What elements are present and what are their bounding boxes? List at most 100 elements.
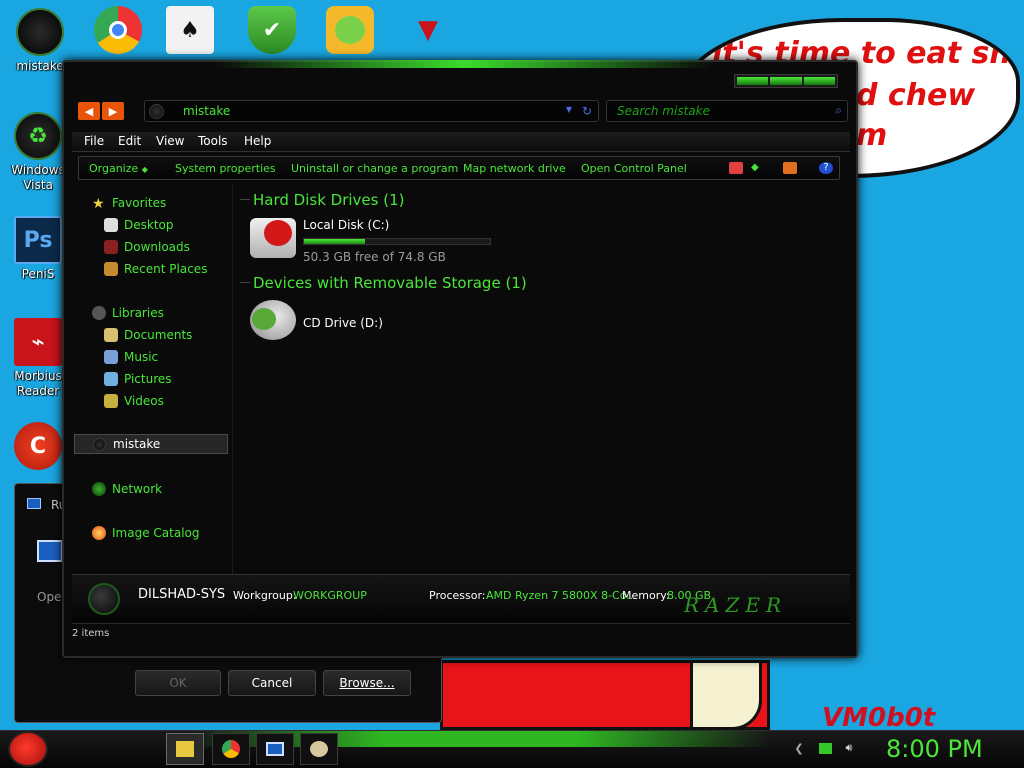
start-button[interactable] bbox=[8, 731, 48, 767]
uninstall-program-button[interactable]: Uninstall or change a program bbox=[291, 162, 458, 175]
image-catalog-icon bbox=[92, 526, 106, 540]
nav-image-catalog[interactable]: Image Catalog bbox=[92, 524, 199, 542]
nav-image-catalog-label: Image Catalog bbox=[112, 526, 200, 540]
help-icon[interactable]: ? bbox=[819, 162, 833, 174]
status-item-count: 2 items bbox=[72, 628, 110, 639]
desktop-icon-pig-game[interactable] bbox=[312, 6, 388, 54]
system-properties-button[interactable]: System properties bbox=[175, 162, 276, 175]
wallpaper-signature: VM0b0t bbox=[822, 703, 936, 733]
processor-label: Processor: bbox=[429, 589, 486, 602]
open-control-panel-button[interactable]: Open Control Panel bbox=[581, 162, 687, 175]
emblem-icon: ▼ bbox=[418, 15, 438, 45]
desktop-icon-chrome[interactable] bbox=[80, 6, 156, 54]
window-controls bbox=[734, 74, 838, 88]
nav-pictures-label: Pictures bbox=[124, 372, 172, 386]
preview-pane-icon[interactable] bbox=[783, 162, 797, 174]
navigation-row: ◀ ▶ mistake ▼ ↻ Search mistake ⌕ bbox=[76, 100, 848, 124]
taskbar-run[interactable] bbox=[256, 733, 294, 765]
taskbar-explorer[interactable] bbox=[166, 733, 204, 765]
forward-arrow-icon: ▶ bbox=[108, 104, 118, 118]
chrome-icon bbox=[94, 6, 142, 54]
back-button[interactable]: ◀ bbox=[78, 102, 100, 120]
chevron-down-icon[interactable]: ▼ bbox=[566, 105, 572, 114]
computer-orb-icon bbox=[88, 583, 120, 615]
volume-icon[interactable]: 🔊︎ bbox=[842, 741, 856, 755]
desktop-icon-solitaire[interactable]: ♠ bbox=[152, 6, 228, 54]
nav-videos[interactable]: Videos bbox=[104, 392, 164, 410]
nav-recent-places-label: Recent Places bbox=[124, 262, 208, 276]
minimize-button[interactable] bbox=[737, 77, 769, 85]
star-icon: ★ bbox=[92, 196, 105, 212]
recycle-bin-icon: ♻ bbox=[14, 112, 62, 160]
nav-libraries[interactable]: Libraries bbox=[92, 304, 164, 322]
drive-capacity-fill bbox=[304, 239, 366, 244]
nav-recent-places[interactable]: Recent Places bbox=[104, 260, 207, 278]
photoshop-icon: Ps bbox=[14, 216, 62, 264]
nav-network[interactable]: Network bbox=[92, 480, 162, 498]
nav-desktop[interactable]: Desktop bbox=[104, 216, 174, 234]
address-text: mistake bbox=[183, 104, 231, 118]
pdf-reader-icon: ⌁ bbox=[14, 318, 62, 366]
nav-network-label: Network bbox=[112, 482, 163, 496]
taskbar: ❮ 🔊︎ 8:00 PM bbox=[0, 730, 1024, 768]
desktop-icon-emblem[interactable]: ▼ bbox=[390, 6, 466, 54]
menu-help[interactable]: Help bbox=[244, 134, 271, 148]
forward-button[interactable]: ▶ bbox=[102, 102, 124, 120]
clock[interactable]: 8:00 PM bbox=[886, 735, 983, 763]
cancel-button[interactable]: Cancel bbox=[228, 670, 316, 696]
group-header-hard-disk-drives[interactable]: Hard Disk Drives (1) bbox=[253, 191, 404, 209]
nav-music-label: Music bbox=[124, 350, 159, 364]
explorer-window: ◀ ▶ mistake ▼ ↻ Search mistake ⌕ File Ed… bbox=[62, 60, 858, 658]
desktop-icon bbox=[104, 218, 118, 232]
nav-computer-label: mistake bbox=[113, 437, 161, 451]
nav-pictures[interactable]: Pictures bbox=[104, 370, 172, 388]
desktop-icon-security[interactable]: ✔ bbox=[234, 6, 310, 54]
nav-computer[interactable]: mistake bbox=[74, 434, 228, 454]
wallpaper-cartoon-shape bbox=[690, 660, 762, 730]
nav-favorites[interactable]: ★ Favorites bbox=[92, 194, 166, 212]
view-dropdown-icon[interactable]: ◆ bbox=[751, 162, 765, 174]
back-arrow-icon: ◀ bbox=[84, 104, 94, 118]
show-hidden-icons-icon[interactable]: ❮ bbox=[792, 741, 806, 755]
maximize-button[interactable] bbox=[770, 77, 802, 85]
nav-documents[interactable]: Documents bbox=[104, 326, 192, 344]
chrome-icon bbox=[222, 740, 240, 758]
workgroup-value: WORKGROUP bbox=[293, 589, 367, 602]
ok-button[interactable]: OK bbox=[135, 670, 221, 696]
security-shield-icon: ✔ bbox=[248, 6, 296, 54]
group-header-removable-storage[interactable]: Devices with Removable Storage (1) bbox=[253, 274, 527, 292]
refresh-icon[interactable]: ↻ bbox=[582, 104, 592, 118]
address-bar[interactable]: mistake ▼ ↻ bbox=[144, 100, 599, 122]
browse-button[interactable]: Browse... bbox=[323, 670, 411, 696]
menu-bar: File Edit View Tools Help bbox=[72, 132, 850, 152]
close-button[interactable] bbox=[803, 77, 835, 85]
ccleaner-icon: C bbox=[14, 422, 62, 470]
drive-local-disk-c[interactable]: Local Disk (C:) 50.3 GB free of 74.8 GB bbox=[250, 214, 510, 266]
search-placeholder: Search mistake bbox=[617, 104, 710, 118]
organize-button[interactable]: Organize ◆ bbox=[89, 162, 148, 175]
nav-libraries-label: Libraries bbox=[112, 306, 164, 320]
menu-edit[interactable]: Edit bbox=[118, 134, 141, 148]
music-icon bbox=[104, 350, 118, 364]
solitaire-icon: ♠ bbox=[166, 6, 214, 54]
navigation-pane: ★ Favorites Desktop Downloads Recent Plac… bbox=[74, 184, 232, 574]
pig-game-icon bbox=[310, 741, 328, 757]
nav-music[interactable]: Music bbox=[104, 348, 158, 366]
computer-orb-icon bbox=[149, 104, 164, 119]
view-options-icon[interactable] bbox=[729, 162, 743, 174]
menu-file[interactable]: File bbox=[84, 134, 104, 148]
drive-name: CD Drive (D:) bbox=[303, 316, 383, 330]
search-box[interactable]: Search mistake ⌕ bbox=[606, 100, 848, 122]
map-network-drive-button[interactable]: Map network drive bbox=[463, 162, 566, 175]
search-icon[interactable]: ⌕ bbox=[835, 103, 842, 118]
menu-tools[interactable]: Tools bbox=[198, 134, 228, 148]
pane-divider[interactable] bbox=[232, 184, 233, 574]
network-tray-icon[interactable] bbox=[818, 741, 832, 755]
taskbar-pig-game[interactable] bbox=[300, 733, 338, 765]
nav-downloads[interactable]: Downloads bbox=[104, 238, 190, 256]
taskbar-chrome[interactable] bbox=[212, 733, 250, 765]
drive-cd-d[interactable]: CD Drive (D:) bbox=[250, 298, 450, 342]
chevron-down-icon: ◆ bbox=[141, 165, 148, 174]
network-icon bbox=[92, 482, 106, 496]
menu-view[interactable]: View bbox=[156, 134, 184, 148]
